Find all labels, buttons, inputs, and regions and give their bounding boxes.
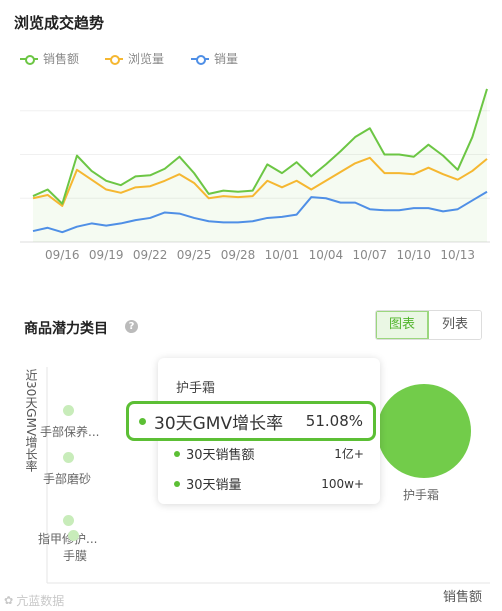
green-dot-icon [139,417,146,425]
y-axis-label: 近30天GMV增长率 [24,369,38,473]
weibo-icon: ✿ [4,594,14,607]
watermark-text: 亢蓝数据 [16,594,65,608]
tooltip-title: 护手霜 [176,381,216,396]
bubble-hand-scrub[interactable] [63,452,74,463]
bubble-chart-axes [46,367,490,584]
tooltip-row-value: 1亿+ [334,447,364,461]
tooltip-row: 30天销量 100w+ [174,474,364,493]
bubble-label: 手膜 [63,549,88,563]
tooltip-row-label: 30天销量 [186,478,242,493]
x-axis-label: 销售额 [443,590,483,605]
green-dot-icon [174,450,180,457]
tooltip-highlight-value: 51.08% [305,412,363,430]
bubble-hand-care[interactable] [63,405,74,416]
bubble-hand-cream[interactable] [377,384,471,478]
bubble-nail-repair[interactable] [63,515,74,526]
bubble-label: 护手霜 [403,488,440,502]
tooltip-row-label: 30天销售额 [186,448,255,463]
green-dot-icon [174,480,180,487]
tooltip-highlight-row: 30天GMV增长率 51.08% [126,401,376,441]
tooltip-row-value: 100w+ [321,476,364,491]
bubble-label: 手部磨砂 [43,472,92,486]
tooltip-row: 30天销售额 1亿+ [174,444,364,463]
tooltip-highlight-label: 30天GMV增长率 [154,413,284,434]
bubble-hand-mask[interactable] [68,530,79,541]
bubble-label: 手部保养... [40,425,100,439]
watermark: ✿ 亢蓝数据 [4,592,64,609]
